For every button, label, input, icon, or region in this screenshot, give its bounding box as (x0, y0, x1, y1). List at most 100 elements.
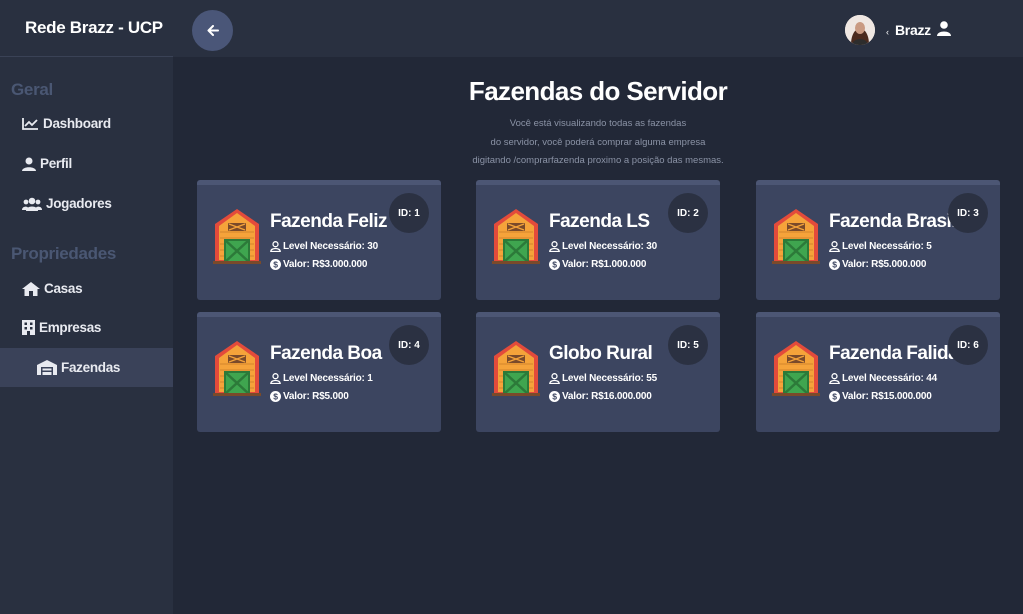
user-outline-icon (270, 373, 281, 384)
farm-id-badge: ID: 5 (668, 325, 708, 365)
farm-card[interactable]: Fazenda Brasil Level Necessário: 5 $ Val… (756, 180, 1000, 300)
user-icon[interactable] (937, 21, 951, 36)
farm-card[interactable]: Fazenda Boa Level Necessário: 1 $ Valor:… (197, 312, 441, 432)
sidebar-item-label: Jogadores (46, 196, 112, 211)
farm-id-badge: ID: 6 (948, 325, 988, 365)
farm-value: Valor: R$1.000.000 (562, 259, 647, 270)
farm-card[interactable]: Fazenda LS Level Necessário: 30 $ Valor:… (476, 180, 720, 300)
user-outline-icon (829, 241, 840, 252)
svg-text:$: $ (832, 392, 837, 402)
farm-level-row: Level Necessário: 5 (829, 241, 932, 252)
farm-level-row: Level Necessário: 1 (270, 373, 373, 384)
farm-value: Valor: R$5.000.000 (842, 259, 927, 270)
barn-icon (213, 341, 261, 396)
sidebar: Rede Brazz - UCP Geral Dashboard Perfil … (0, 0, 173, 614)
subtitle-line: do servidor, você poderá comprar alguma … (490, 136, 706, 148)
sidebar-item-label: Fazendas (61, 360, 121, 375)
farm-level: Level Necessário: 5 (842, 241, 932, 252)
farm-card[interactable]: Fazenda Falida Level Necessário: 44 $ Va… (756, 312, 1000, 432)
warehouse-icon (37, 360, 57, 375)
dollar-icon: $ (270, 259, 281, 270)
sidebar-item-label: Empresas (39, 320, 102, 335)
sidebar-item-casas[interactable]: Casas (0, 269, 173, 308)
chart-line-icon (22, 118, 38, 130)
section-title-propriedades: Propriedades (11, 244, 117, 263)
sidebar-item-fazendas[interactable]: Fazendas (0, 348, 173, 387)
svg-text:$: $ (832, 260, 837, 270)
sidebar-item-dashboard[interactable]: Dashboard (0, 104, 173, 143)
house-icon (22, 281, 40, 296)
farm-value-row: $ Valor: R$1.000.000 (549, 259, 646, 270)
barn-icon (213, 209, 261, 264)
farm-id-badge: ID: 2 (668, 193, 708, 233)
page-title: Fazendas do Servidor (468, 76, 728, 106)
users-icon (22, 197, 42, 211)
barn-icon (772, 341, 820, 396)
sidebar-item-label: Casas (44, 281, 83, 296)
user-outline-icon (549, 373, 560, 384)
user-menu-caret[interactable]: ‹ (886, 27, 889, 37)
farm-value: Valor: R$15.000.000 (842, 391, 932, 402)
subtitle-line: Você está visualizando todas as fazendas (509, 118, 687, 129)
farm-value-row: $ Valor: R$5.000 (270, 391, 349, 402)
section-title-geral: Geral (11, 80, 53, 99)
farm-value-row: $ Valor: R$15.000.000 (829, 391, 932, 402)
farm-name: Fazenda Feliz (270, 211, 388, 232)
farm-name: Globo Rural (549, 343, 653, 364)
svg-text:$: $ (552, 392, 557, 402)
farm-value: Valor: R$5.000 (283, 391, 349, 402)
back-button[interactable] (192, 10, 233, 51)
farm-name: Fazenda LS (549, 211, 650, 232)
arrow-left-icon (207, 25, 219, 36)
svg-text:$: $ (273, 260, 278, 270)
farm-level: Level Necessário: 1 (283, 373, 373, 384)
dollar-icon: $ (829, 259, 840, 270)
farm-card[interactable]: Fazenda Feliz Level Necessário: 30 $ Val… (197, 180, 441, 300)
farm-id-badge: ID: 1 (389, 193, 429, 233)
user-outline-icon (829, 373, 840, 384)
farm-id-badge: ID: 4 (389, 325, 429, 365)
farm-id-badge: ID: 3 (948, 193, 988, 233)
farm-level-row: Level Necessário: 55 (549, 373, 657, 384)
farm-level: Level Necessário: 44 (842, 373, 937, 384)
dollar-icon: $ (270, 391, 281, 402)
farm-value-row: $ Valor: R$5.000.000 (829, 259, 926, 270)
brand-title[interactable]: Rede Brazz - UCP (0, 0, 173, 57)
avatar[interactable] (845, 15, 875, 45)
barn-icon (772, 209, 820, 264)
dollar-icon: $ (549, 391, 560, 402)
building-icon (22, 320, 35, 335)
user-icon (22, 157, 36, 171)
user-name[interactable]: Brazz (895, 22, 931, 38)
svg-text:$: $ (552, 260, 557, 270)
farm-level: Level Necessário: 30 (562, 241, 657, 252)
subtitle-line: digitando /comprarfazenda proximo a posi… (472, 155, 724, 166)
user-outline-icon (270, 241, 281, 252)
farm-level: Level Necessário: 55 (562, 373, 657, 384)
dollar-icon: $ (549, 259, 560, 270)
dollar-icon: $ (829, 391, 840, 402)
sidebar-item-label: Dashboard (43, 116, 111, 131)
sidebar-item-empresas[interactable]: Empresas (0, 308, 173, 347)
barn-icon (492, 209, 540, 264)
avatar-image (845, 15, 875, 45)
farm-level-row: Level Necessário: 44 (829, 373, 937, 384)
farm-value: Valor: R$3.000.000 (283, 259, 368, 270)
farm-value-row: $ Valor: R$16.000.000 (549, 391, 652, 402)
page-subtitle: Você está visualizando todas as fazendas… (173, 115, 1023, 171)
farm-level: Level Necessário: 30 (283, 241, 378, 252)
farm-value-row: $ Valor: R$3.000.000 (270, 259, 367, 270)
svg-text:$: $ (273, 392, 278, 402)
farm-level-row: Level Necessário: 30 (549, 241, 657, 252)
sidebar-item-jogadores[interactable]: Jogadores (0, 184, 173, 223)
topbar: ‹ Brazz (173, 0, 1023, 57)
sidebar-item-perfil[interactable]: Perfil (0, 144, 173, 183)
farm-name: Fazenda Brasil (829, 211, 957, 232)
farm-level-row: Level Necessário: 30 (270, 241, 378, 252)
farm-name: Fazenda Falida (829, 343, 959, 364)
farm-card[interactable]: Globo Rural Level Necessário: 55 $ Valor… (476, 312, 720, 432)
farm-name: Fazenda Boa (270, 343, 382, 364)
farm-value: Valor: R$16.000.000 (562, 391, 652, 402)
barn-icon (492, 341, 540, 396)
sidebar-item-label: Perfil (40, 156, 72, 171)
